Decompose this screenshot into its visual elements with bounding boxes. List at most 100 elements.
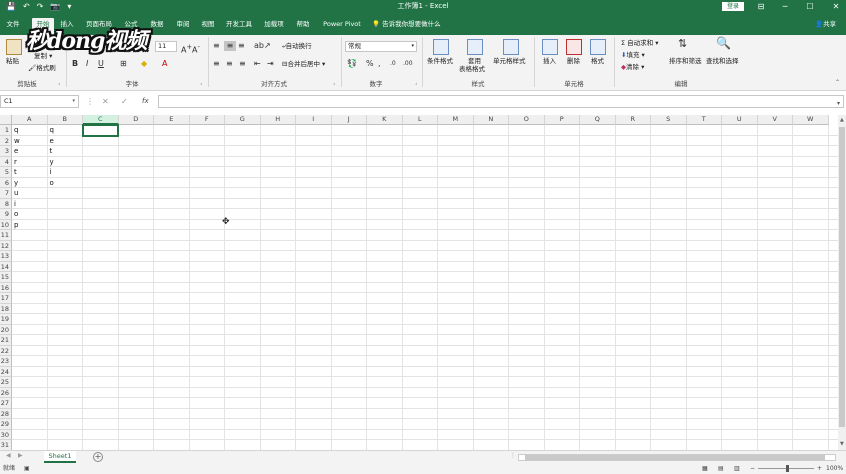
insert-function-button[interactable]: fx bbox=[142, 96, 149, 107]
align-right-icon[interactable]: ≡ bbox=[239, 59, 246, 69]
cell-a-7[interactable]: u bbox=[12, 188, 48, 198]
worksheet-grid[interactable]: A B C D E F G H I J K L M N O P Q R S T U V W 1 2 3 4 5 6 7 8 9 10 11 12 13… bbox=[0, 115, 838, 450]
cell-b-3[interactable]: t bbox=[48, 146, 84, 156]
maximize-icon[interactable]: ☐ bbox=[803, 0, 817, 13]
row-header-29[interactable]: 29 bbox=[0, 419, 12, 430]
row-header-16[interactable]: 16 bbox=[0, 282, 12, 293]
row-header-28[interactable]: 28 bbox=[0, 408, 12, 419]
decrease-indent-icon[interactable]: ⇤ bbox=[254, 59, 261, 69]
prev-sheet-icon[interactable]: ◀ bbox=[6, 452, 11, 459]
scroll-down-icon[interactable]: ▼ bbox=[840, 441, 844, 447]
fill-button[interactable]: ⬇填充 ▾ bbox=[621, 51, 645, 60]
column-header-t[interactable]: T bbox=[686, 115, 722, 125]
column-header-m[interactable]: M bbox=[438, 115, 474, 125]
percent-icon[interactable]: % bbox=[366, 59, 374, 69]
page-break-view-icon[interactable]: ▥ bbox=[734, 463, 740, 474]
name-box[interactable]: C1 ▾ bbox=[0, 95, 79, 108]
cell-a-8[interactable]: i bbox=[12, 199, 48, 209]
zoom-out-icon[interactable]: − bbox=[750, 463, 755, 474]
next-sheet-icon[interactable]: ▶ bbox=[18, 452, 23, 459]
normal-view-icon[interactable]: ▦ bbox=[702, 463, 708, 474]
align-bottom-icon[interactable]: ≡ bbox=[238, 41, 245, 51]
cell-a-5[interactable]: t bbox=[12, 167, 48, 177]
bold-button[interactable]: B bbox=[72, 59, 78, 69]
clipboard-launcher-icon[interactable]: ⌟ bbox=[58, 80, 60, 86]
collapse-ribbon-icon[interactable]: ⌃ bbox=[835, 79, 840, 86]
column-header-f[interactable]: F bbox=[189, 115, 225, 125]
scroll-up-icon[interactable]: ▲ bbox=[840, 117, 844, 123]
cancel-icon[interactable]: ✕ bbox=[102, 96, 109, 107]
row-header-25[interactable]: 25 bbox=[0, 377, 12, 388]
borders-icon[interactable]: ⊞ bbox=[120, 59, 127, 69]
page-layout-view-icon[interactable]: ▤ bbox=[718, 463, 724, 474]
row-header-23[interactable]: 23 bbox=[0, 356, 12, 367]
row-header-24[interactable]: 24 bbox=[0, 366, 12, 377]
find-select-button[interactable]: 查找和选择 bbox=[706, 57, 739, 66]
tab-addins[interactable]: 加载项 bbox=[262, 18, 286, 35]
column-header-v[interactable]: V bbox=[757, 115, 793, 125]
tab-view[interactable]: 视图 bbox=[199, 18, 217, 35]
row-header-13[interactable]: 13 bbox=[0, 251, 12, 262]
align-top-icon[interactable]: ≡ bbox=[213, 41, 220, 51]
row-header-14[interactable]: 14 bbox=[0, 261, 12, 272]
currency-icon[interactable]: 💱 bbox=[347, 59, 357, 69]
font-size-select[interactable]: 11 bbox=[155, 41, 177, 52]
row-header-12[interactable]: 12 bbox=[0, 240, 12, 251]
vertical-scrollbar[interactable]: ▲ ▼ bbox=[838, 115, 846, 450]
column-header-w[interactable]: W bbox=[793, 115, 829, 125]
chevron-down-icon[interactable]: ▾ bbox=[72, 96, 75, 107]
cell-b-5[interactable]: i bbox=[48, 167, 84, 177]
login-button[interactable]: 登录 bbox=[722, 2, 744, 11]
cell-a-9[interactable]: o bbox=[12, 209, 48, 219]
number-launcher-icon[interactable]: ⌟ bbox=[415, 80, 417, 86]
row-header-27[interactable]: 27 bbox=[0, 398, 12, 409]
format-painter-button[interactable]: 🖌格式刷 bbox=[28, 64, 56, 73]
column-header-k[interactable]: K bbox=[367, 115, 403, 125]
cell-a-6[interactable]: y bbox=[12, 178, 48, 188]
zoom-slider-thumb[interactable] bbox=[786, 465, 789, 472]
row-header-8[interactable]: 8 bbox=[0, 198, 12, 209]
row-header-21[interactable]: 21 bbox=[0, 335, 12, 346]
cell-b-6[interactable]: o bbox=[48, 178, 84, 188]
tell-me-search[interactable]: 💡 告诉我你想要做什么 bbox=[372, 18, 441, 31]
find-select-icon[interactable]: 🔍 bbox=[716, 37, 731, 49]
row-header-9[interactable]: 9 bbox=[0, 209, 12, 220]
row-header-15[interactable]: 15 bbox=[0, 272, 12, 283]
decrease-decimal-icon[interactable]: .00 bbox=[403, 59, 413, 69]
autosum-button[interactable]: Σ 自动求和 ▾ bbox=[621, 39, 659, 48]
tab-developer[interactable]: 开发工具 bbox=[224, 18, 254, 35]
column-header-d[interactable]: D bbox=[118, 115, 154, 125]
row-header-6[interactable]: 6 bbox=[0, 177, 12, 188]
macro-record-icon[interactable]: ▣ bbox=[24, 463, 30, 474]
drag-handle-icon[interactable]: ⋮ bbox=[86, 96, 94, 107]
comma-icon[interactable]: , bbox=[378, 59, 381, 69]
alignment-launcher-icon[interactable]: ⌟ bbox=[333, 80, 335, 86]
row-header-18[interactable]: 18 bbox=[0, 303, 12, 314]
expand-formula-icon[interactable]: ▾ bbox=[837, 100, 840, 107]
format-cells-button[interactable]: 格式 bbox=[591, 57, 604, 66]
orientation-icon[interactable]: ab↗ bbox=[254, 41, 271, 51]
close-icon[interactable]: ✕ bbox=[829, 0, 843, 13]
ribbon-display-icon[interactable]: ⊟ bbox=[754, 0, 768, 13]
row-header-7[interactable]: 7 bbox=[0, 188, 12, 199]
cell-a-4[interactable]: r bbox=[12, 157, 48, 167]
conditional-format-icon[interactable] bbox=[433, 39, 449, 55]
tab-file[interactable]: 文件 bbox=[4, 18, 22, 35]
column-header-r[interactable]: R bbox=[615, 115, 651, 125]
font-launcher-icon[interactable]: ⌟ bbox=[200, 80, 202, 86]
column-header-a[interactable]: A bbox=[12, 115, 48, 125]
formula-input[interactable]: ▾ bbox=[158, 95, 844, 108]
column-header-b[interactable]: B bbox=[47, 115, 83, 125]
wrap-text-button[interactable]: ⤶自动换行 bbox=[282, 42, 312, 51]
paste-button[interactable]: 粘贴 bbox=[6, 57, 19, 66]
column-header-q[interactable]: Q bbox=[580, 115, 616, 125]
cell-styles-icon[interactable] bbox=[503, 39, 519, 55]
fill-color-icon[interactable]: ◆ bbox=[141, 59, 147, 69]
cell-a-1[interactable]: q bbox=[12, 125, 48, 135]
column-header-o[interactable]: O bbox=[509, 115, 545, 125]
column-header-j[interactable]: J bbox=[331, 115, 367, 125]
delete-cells-button[interactable]: 删除 bbox=[567, 57, 580, 66]
align-left-icon[interactable]: ≡ bbox=[213, 59, 220, 69]
zoom-level[interactable]: 100% bbox=[826, 463, 843, 474]
add-sheet-icon[interactable]: + bbox=[93, 452, 103, 462]
